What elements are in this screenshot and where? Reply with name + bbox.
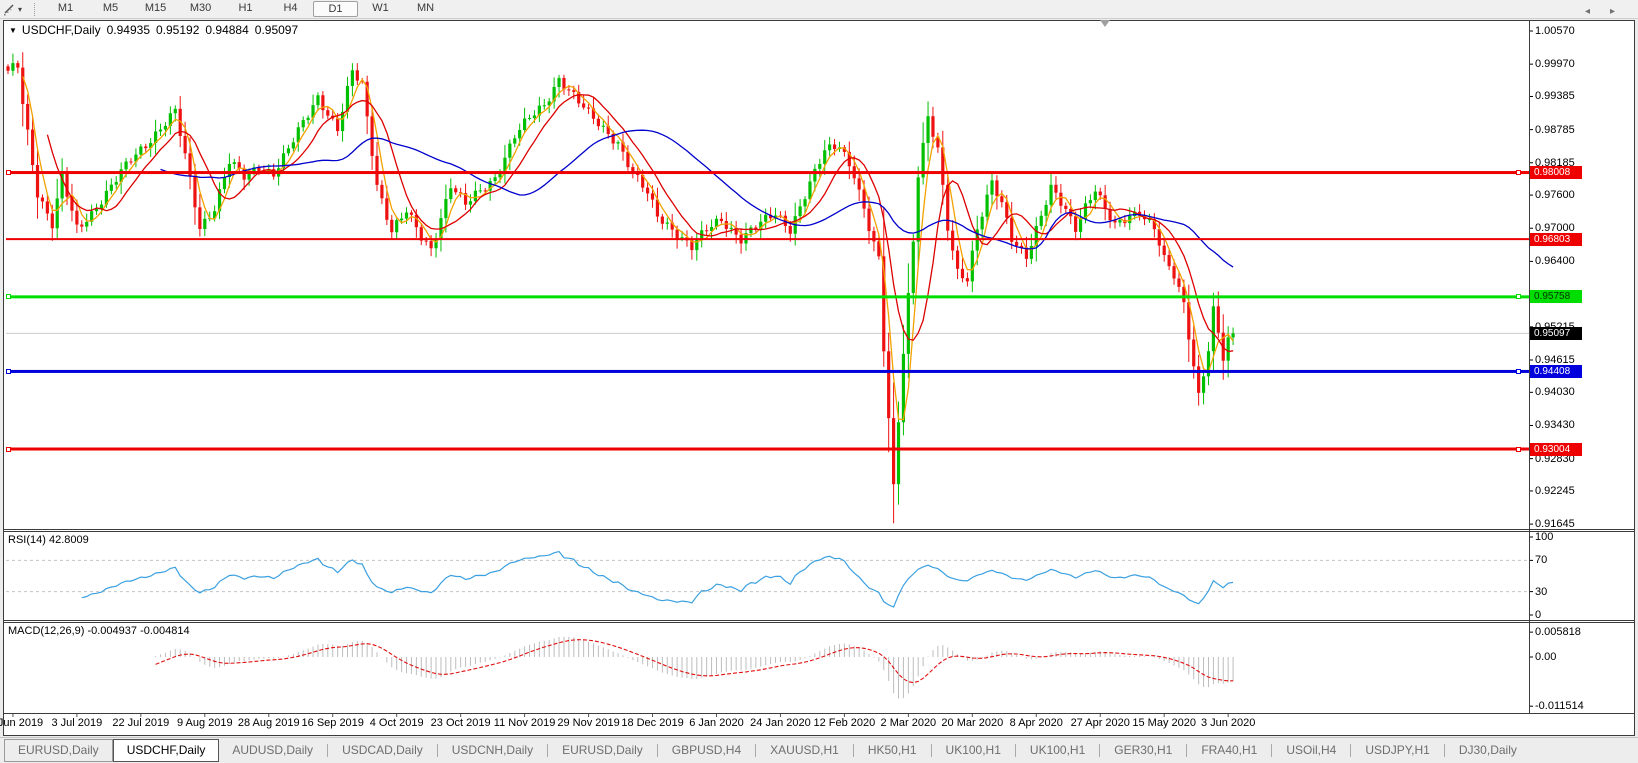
tab-separator [1443, 744, 1445, 757]
rsi-axis-label: 70 [1535, 554, 1548, 567]
price-axis-label: 0.92245 [1535, 484, 1575, 497]
macd-axis-label: -0.011514 [1535, 700, 1584, 713]
timeframe-button-d1[interactable]: D1 [313, 1, 359, 17]
tab-separator [656, 744, 658, 757]
chart-tab-usdchf-daily[interactable]: USDCHF,Daily [112, 739, 220, 762]
timeframe-button-w1[interactable]: W1 [358, 1, 403, 17]
tab-separator [1350, 744, 1352, 757]
macd-axis-label: 0.00 [1535, 651, 1557, 663]
chart-tab-uk100-h1[interactable]: UK100,H1 [1017, 740, 1098, 761]
cursor-tool-button[interactable] [0, 1, 18, 17]
rsi-axis-label: 30 [1535, 585, 1548, 598]
chevron-down-icon[interactable]: ▾ [18, 5, 22, 14]
date-axis-label: 20 Mar 2020 [941, 717, 1004, 729]
price-axis-label: 0.93430 [1535, 419, 1575, 432]
current-price-tag: 0.95097 [1530, 326, 1582, 340]
price-axis-label: 0.97600 [1535, 189, 1575, 202]
tab-separator [1099, 744, 1101, 757]
tab-separator [436, 744, 438, 757]
date-axis-label: 6 Jan 2020 [689, 717, 744, 729]
timeframe-button-m15[interactable]: M15 [133, 1, 178, 17]
date-axis-label: 3 Jul 2019 [51, 717, 103, 729]
timeframe-button-h4[interactable]: H4 [268, 1, 313, 17]
pencil-cursor-icon [4, 4, 14, 16]
date-axis-label: 18 Dec 2019 [621, 717, 684, 729]
price-axis-label: 0.91645 [1535, 518, 1575, 531]
rsi-label: RSI(14) 42.8009 [8, 534, 89, 546]
date-axis-label: 14 Jun 2019 [0, 717, 44, 729]
chart-tab-fra40-h1[interactable]: FRA40,H1 [1188, 740, 1270, 761]
chart-tab-dj30-daily[interactable]: DJ30,Daily [1446, 740, 1530, 761]
tab-separator [1014, 744, 1016, 757]
timeframe-button-group: M1 M5 M15 M30 H1 H4 D1 W1 MN [43, 1, 448, 17]
chart-tab-ger30-h1[interactable]: GER30,H1 [1101, 740, 1185, 761]
tab-separator [1186, 744, 1188, 757]
timeframe-button-mn[interactable]: MN [403, 1, 448, 17]
timeframe-button-m30[interactable]: M30 [178, 1, 223, 17]
timeframe-button-h1[interactable]: H1 [223, 1, 268, 17]
tab-separator [547, 744, 549, 757]
hline-price-tag: 0.94408 [1530, 364, 1582, 378]
hline-price-tag: 0.96803 [1530, 232, 1582, 246]
date-axis-label: 2 Mar 2020 [880, 717, 937, 729]
tab-separator [755, 744, 757, 757]
date-axis-label: 16 Sep 2019 [301, 717, 364, 729]
rsi-axis-label: 0 [1535, 609, 1542, 621]
hline-price-tag: 0.93004 [1530, 442, 1582, 456]
price-axis-label: 0.98785 [1535, 123, 1575, 136]
date-axis-label: 24 Jan 2020 [750, 717, 811, 729]
macd-axis-label: 0.005818 [1535, 626, 1581, 639]
chart-tab-uk100-h1[interactable]: UK100,H1 [933, 740, 1014, 761]
timeframe-button-m1[interactable]: M1 [43, 1, 88, 17]
price-axis-label: 0.99970 [1535, 58, 1575, 71]
hline-price-tag: 0.95758 [1530, 290, 1582, 304]
top-toolbar: ▾ M1 M5 M15 M30 H1 H4 D1 W1 MN [0, 0, 1638, 19]
date-axis-label: 9 Aug 2019 [176, 717, 233, 729]
chart-tab-usdcad-daily[interactable]: USDCAD,Daily [329, 740, 436, 761]
date-axis-label: 22 Jul 2019 [112, 717, 170, 729]
chart-tab-usdjpy-h1[interactable]: USDJPY,H1 [1352, 740, 1442, 761]
date-axis-label: 29 Nov 2019 [557, 717, 620, 729]
chart-tab-gbpusd-h4[interactable]: GBPUSD,H4 [659, 740, 754, 761]
tab-scroll-left-icon[interactable]: ◂ [1585, 6, 1590, 17]
chart-tab-bar: EURUSD,Daily USDCHF,Daily AUDUSD,Daily USDC… [0, 737, 1638, 763]
tab-separator [930, 744, 932, 757]
price-axis-label: 0.99385 [1535, 90, 1575, 103]
chart-tab-eurusd-daily[interactable]: EURUSD,Daily [4, 739, 113, 762]
timeframe-button-m5[interactable]: M5 [88, 1, 133, 17]
tab-separator [852, 744, 854, 757]
date-axis-label: 23 Oct 2019 [430, 717, 491, 729]
rsi-axis-label: 100 [1535, 531, 1554, 543]
date-axis-label: 11 Nov 2019 [493, 717, 556, 729]
date-axis-label: 4 Oct 2019 [369, 717, 424, 729]
price-axis-label: 1.00570 [1535, 25, 1575, 37]
tab-separator [327, 744, 329, 757]
chart-tab-usdcnh-daily[interactable]: USDCNH,Daily [439, 740, 546, 761]
toolbar-separator [34, 2, 36, 16]
chart-tab-hk50-h1[interactable]: HK50,H1 [855, 740, 930, 761]
chart-tab-eurusd-daily[interactable]: EURUSD,Daily [549, 740, 656, 761]
macd-label: MACD(12,26,9) -0.004937 -0.004814 [8, 625, 190, 637]
date-axis-label: 3 Jun 2020 [1200, 717, 1256, 729]
price-axis-label: 0.94030 [1535, 386, 1575, 399]
hline-price-tag: 0.98008 [1530, 166, 1582, 180]
date-axis-label: 15 May 2020 [1132, 717, 1196, 729]
date-axis-label: 28 Aug 2019 [237, 717, 300, 729]
price-axis-label: 0.96400 [1535, 255, 1575, 268]
chart-tab-audusd-daily[interactable]: AUDUSD,Daily [219, 740, 326, 761]
date-axis-label: 12 Feb 2020 [813, 717, 876, 729]
chart-tab-xauusd-h1[interactable]: XAUUSD,H1 [757, 740, 852, 761]
date-axis-label: 8 Apr 2020 [1009, 717, 1063, 729]
chart-tab-usoil-h4[interactable]: USOil,H4 [1273, 740, 1349, 761]
tab-separator [1271, 744, 1273, 757]
chart-plot-area[interactable] [5, 22, 1529, 528]
date-axis-label: 27 Apr 2020 [1070, 717, 1130, 729]
tab-scroll-right-icon[interactable]: ▸ [1610, 6, 1615, 17]
